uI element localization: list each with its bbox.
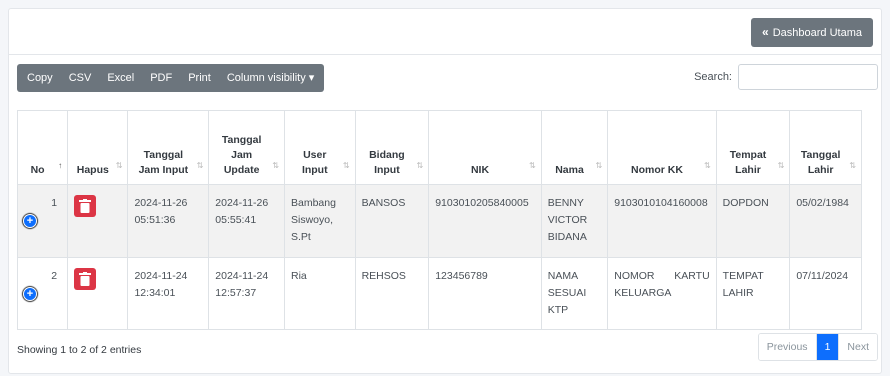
trash-icon [79,199,92,213]
sort-icon: ⇅ [196,161,204,170]
excel-button[interactable]: Excel [99,64,142,92]
expand-plus-icon[interactable]: + [24,215,36,227]
trash-icon [79,272,92,286]
col-user-input[interactable]: User Input ⇅ [283,110,356,185]
row-number: 2 + [16,257,69,330]
delete-cell [67,257,129,330]
delete-cell [67,184,129,258]
sort-asc-icon: ↑ [58,161,63,170]
col-bidang-input[interactable]: Bidang Input ⇅ [354,110,430,185]
dashboard-button-label: Dashboard Utama [772,27,862,39]
col-nomor-kk[interactable]: Nomor KK ⇅ [607,110,717,185]
table-row: 2 + 2024-11-24 12:34:01 2024-11-24 12:57:… [16,257,862,330]
table-info: Showing 1 to 2 of 2 entries [17,344,142,356]
cell-nama: NAMA SESUAI KTP [540,257,609,330]
delete-button[interactable] [74,195,97,217]
cell-tanggal-input: 2024-11-26 05:51:36 [127,184,210,258]
table-row: 1 + 2024-11-26 05:51:36 2024-11-26 05:55:… [16,184,862,258]
header-row: No ↑ Hapus ⇅ Tanggal Jam Input ⇅ Tanggal Ja… [16,110,862,185]
cell-tanggal-input: 2024-11-24 12:34:01 [127,257,210,330]
cell-user: Bambang Siswoyo, S.Pt [283,184,356,258]
col-nik[interactable]: NIK ⇅ [428,110,542,185]
col-tanggal-lahir[interactable]: Tanggal Lahir ⇅ [789,110,862,185]
double-chevron-left-icon: « [762,25,769,39]
expand-plus-icon[interactable]: + [24,288,36,300]
cell-tanggal-update: 2024-11-26 05:55:41 [208,184,285,258]
cell-nama: BENNY VICTOR BIDANA [540,184,609,258]
row-number: 1 + [16,184,69,258]
col-no[interactable]: No ↑ [16,110,69,185]
next-page-button[interactable]: Next [838,334,877,360]
search-input[interactable] [738,64,878,90]
print-button[interactable]: Print [180,64,219,92]
sort-icon: ⇅ [342,161,350,170]
export-toolbar: Copy CSV Excel PDF Print Column visibili… [17,64,325,92]
col-tempat-lahir[interactable]: Tempat Lahir ⇅ [715,110,791,185]
pdf-button[interactable]: PDF [142,64,180,92]
sort-icon: ⇅ [849,161,856,170]
column-visibility-button[interactable]: Column visibility ▾ [219,64,324,92]
sort-icon: ⇅ [595,161,603,170]
delete-button[interactable] [74,268,97,290]
cell-nik: 123456789 [428,257,542,330]
csv-button[interactable]: CSV [61,64,100,92]
data-table: No ↑ Hapus ⇅ Tanggal Jam Input ⇅ Tanggal Ja… [16,110,862,330]
col-nama[interactable]: Nama ⇅ [540,110,609,185]
page-1-button[interactable]: 1 [815,334,839,360]
sort-icon: ⇅ [529,161,536,170]
search-label: Search: [694,71,732,83]
previous-page-button[interactable]: Previous [758,334,816,360]
copy-button[interactable]: Copy [17,64,61,92]
sort-icon: ⇅ [703,161,711,170]
cell-bidang: BANSOS [354,184,430,258]
cell-kk: NOMOR KARTU KELUARGA [607,257,717,330]
cell-tanggal-lahir: 07/11/2024 [789,257,862,330]
cell-tempat: DOPDON [715,184,791,258]
card-header: «Dashboard Utama [9,9,881,55]
cell-kk: 9103010104160008 [607,184,717,258]
cell-tanggal-lahir: 05/02/1984 [789,184,862,258]
dashboard-button[interactable]: «Dashboard Utama [751,18,873,47]
sort-icon: ⇅ [416,161,424,170]
sort-icon: ⇅ [115,161,123,170]
cell-user: Ria [283,257,356,330]
col-hapus[interactable]: Hapus ⇅ [67,110,129,185]
cell-bidang: REHSOS [354,257,430,330]
cell-nik: 9103010205840005 [428,184,542,258]
cell-tanggal-update: 2024-11-24 12:57:37 [208,257,285,330]
col-tanggal-jam-input[interactable]: Tanggal Jam Input ⇅ [127,110,210,185]
sort-icon: ⇅ [777,161,785,170]
sort-icon: ⇅ [272,161,279,170]
search-area: Search: [694,64,878,90]
col-tanggal-jam-update[interactable]: Tanggal Jam Update ⇅ [208,110,285,185]
pagination: Previous 1 Next [757,333,878,361]
cell-tempat: TEMPAT LAHIR [715,257,791,330]
